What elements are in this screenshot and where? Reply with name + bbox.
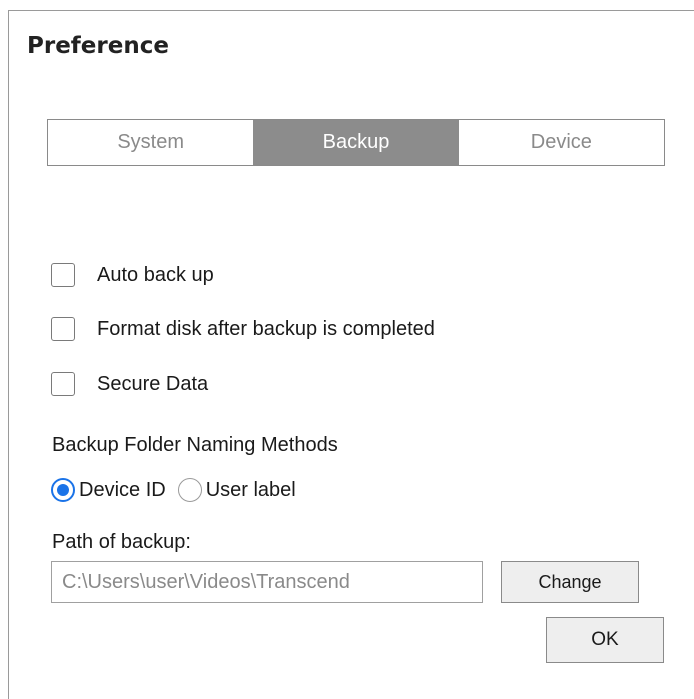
change-path-button[interactable]: Change — [501, 561, 639, 603]
user-label-radio[interactable] — [177, 478, 202, 502]
secure-data-checkbox[interactable] — [51, 372, 75, 396]
format-disk-option[interactable]: Format disk after backup is completed — [51, 317, 435, 341]
tab-system[interactable]: System — [48, 120, 254, 165]
ok-button[interactable]: OK — [546, 617, 664, 663]
device-id-radio[interactable] — [51, 478, 75, 502]
preference-dialog: Preference System Backup Device Auto bac… — [8, 10, 694, 699]
secure-data-label: Secure Data — [97, 372, 209, 395]
auto-backup-checkbox[interactable] — [51, 263, 75, 287]
tab-backup[interactable]: Backup — [253, 120, 459, 165]
auto-backup-label: Auto back up — [97, 263, 214, 286]
naming-methods-heading: Backup Folder Naming Methods — [52, 434, 338, 456]
format-disk-label: Format disk after backup is completed — [97, 317, 435, 340]
tab-bar: System Backup Device — [47, 119, 665, 166]
auto-backup-option[interactable]: Auto back up — [51, 263, 214, 287]
backup-path-input[interactable] — [51, 561, 483, 603]
tab-device[interactable]: Device — [458, 120, 664, 165]
backup-path-label: Path of backup: — [52, 531, 191, 553]
format-disk-checkbox[interactable] — [51, 317, 75, 341]
dialog-title: Preference — [27, 33, 169, 59]
user-label-option[interactable]: User label — [177, 478, 296, 502]
user-label-label: User label — [205, 478, 296, 501]
device-id-label: Device ID — [79, 478, 166, 501]
radio-selected-dot-icon — [57, 484, 69, 496]
naming-method-radio-group: Device ID User label — [51, 478, 308, 502]
secure-data-option[interactable]: Secure Data — [51, 372, 208, 396]
device-id-option[interactable]: Device ID — [51, 478, 166, 502]
